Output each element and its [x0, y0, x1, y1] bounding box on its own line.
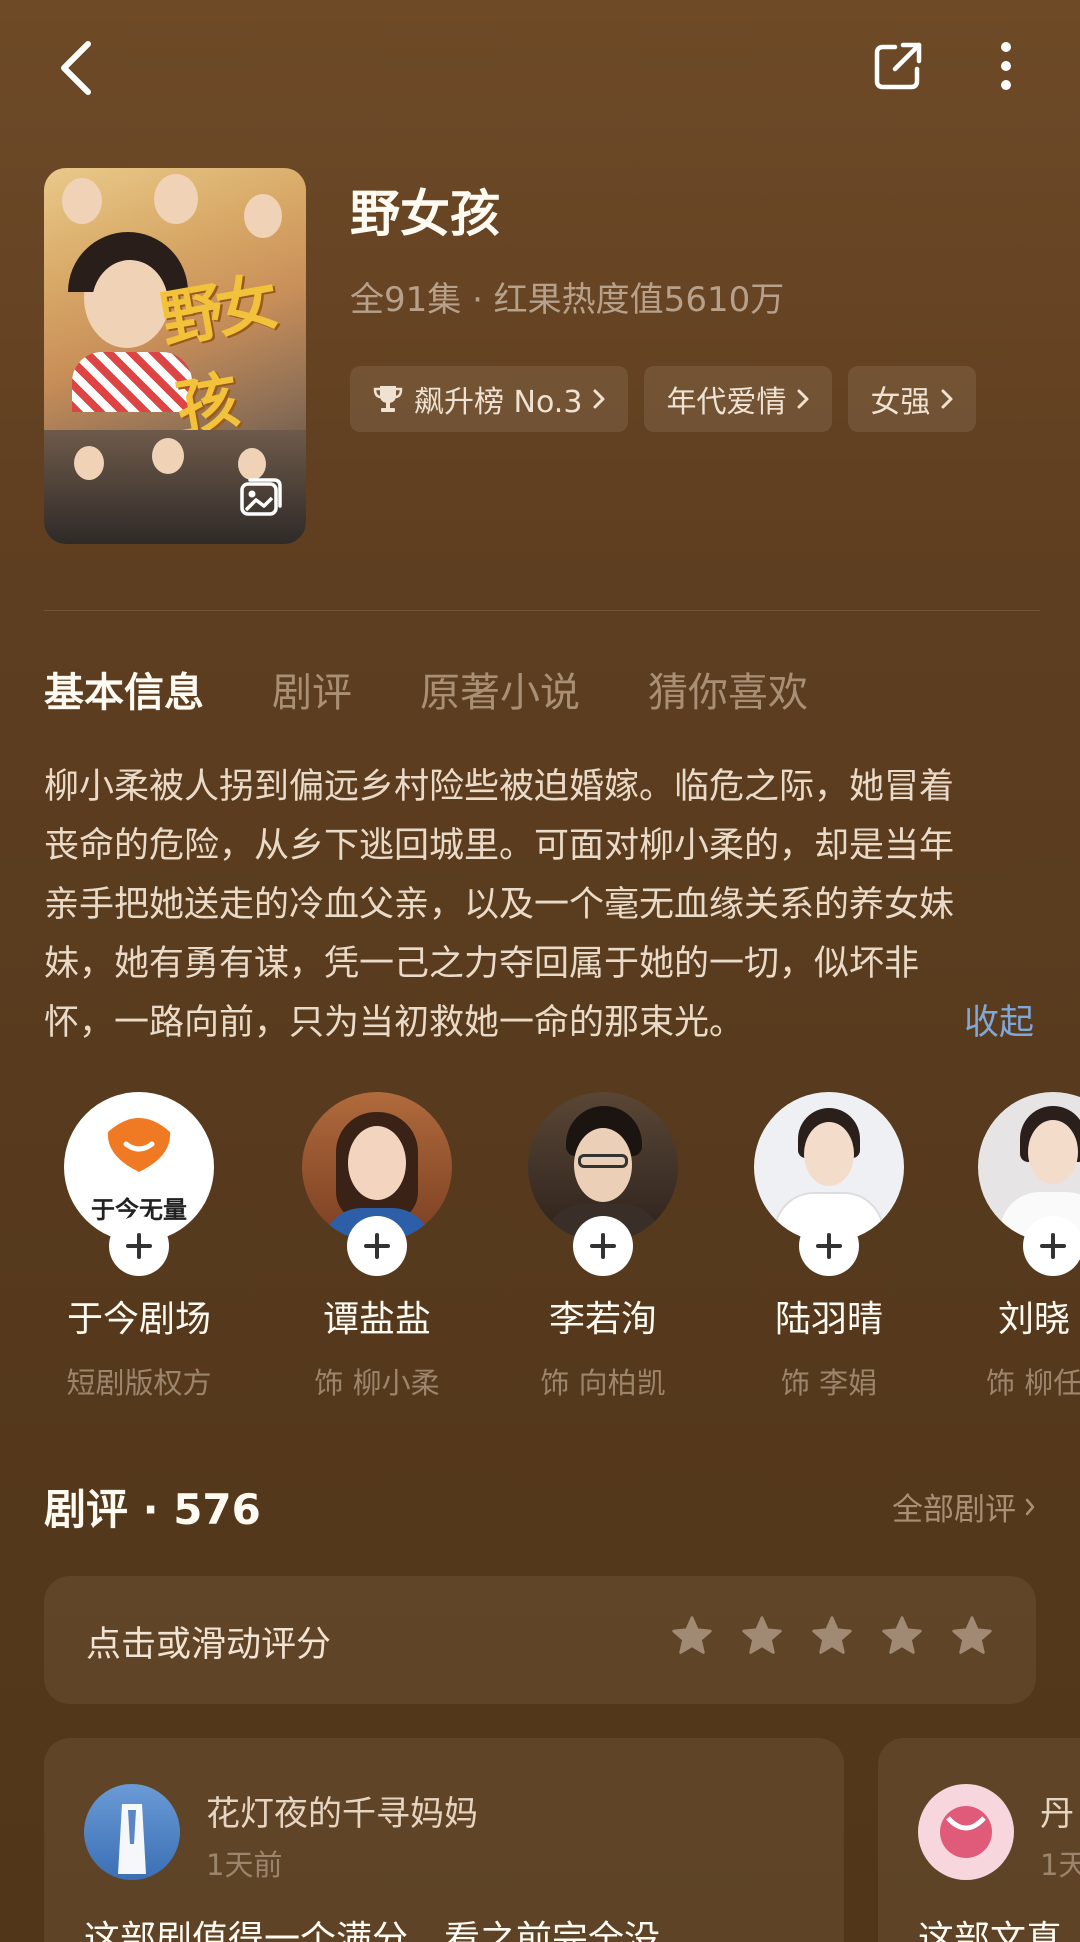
cast-name: 谭盐盐 [322, 1299, 431, 1340]
plus-icon [590, 1233, 616, 1259]
chip-label: 年代爱情 [666, 385, 787, 420]
rating-prompt: 点击或滑动评分 [86, 1625, 332, 1665]
review-text: 这部剧值得一个满分，看之前完全没 [84, 1919, 661, 1942]
chevron-right-icon [1025, 1498, 1035, 1515]
review-text: 这部文真 [918, 1919, 1063, 1942]
chip-tag[interactable]: 女强 [848, 366, 977, 432]
avatar-illustration [940, 1806, 992, 1858]
cast-member[interactable]: 陆羽晴 饰 李娟 [716, 1092, 942, 1402]
star-icon[interactable] [950, 1614, 994, 1658]
poster-figure [244, 194, 282, 238]
gallery-button[interactable] [238, 476, 284, 522]
chevron-right-icon [593, 389, 605, 409]
follow-button[interactable] [347, 1216, 407, 1276]
review-card[interactable]: 花灯夜的千寻妈妈 1天前 这部剧值得一个满分，看之前完全没 [44, 1738, 844, 1942]
chevron-right-icon [941, 389, 953, 409]
synopsis-line: 丧命的危险，从乡下逃回城里。可面对柳小柔的，却是当年 [44, 826, 955, 866]
tab-basic-info[interactable]: 基本信息 [44, 660, 204, 718]
plus-icon [364, 1233, 390, 1259]
review-time: 1天前 [206, 1848, 283, 1882]
cast-role: 饰 李娟 [780, 1366, 878, 1400]
rating-stars[interactable] [670, 1614, 994, 1658]
show-meta: 全91集 · 红果热度值5610万 [350, 280, 785, 320]
show-poster[interactable]: 野女孩 [44, 168, 306, 544]
cast-list: 于今无量 于今剧场 短剧版权方 谭盐盐 饰 柳小柔 李若洵 饰 向柏凯 陆羽晴 … [0, 1092, 1080, 1412]
chevron-right-icon [797, 389, 809, 409]
poster-title-art: 野女孩 [155, 265, 279, 446]
follow-button[interactable] [799, 1216, 859, 1276]
top-bar [0, 0, 1080, 140]
show-title: 野女孩 [350, 185, 500, 243]
drama-detail-page: 野女孩 野女孩 全91集 · 红果热度值5610万 飙升榜 No.3 年代爱情 … [0, 0, 1080, 1942]
review-card[interactable]: 丹 1天 这部文真 [878, 1738, 1080, 1942]
cast-name: 于今剧场 [66, 1299, 211, 1340]
cast-role: 饰 向柏凯 [540, 1366, 666, 1400]
plus-icon [816, 1233, 842, 1259]
poster-figure [152, 438, 184, 474]
plus-icon [1040, 1233, 1066, 1259]
cast-member[interactable]: 谭盐盐 饰 柳小柔 [264, 1092, 490, 1402]
avatar [918, 1784, 1014, 1880]
cast-name: 刘晓 [998, 1299, 1071, 1340]
poster-figure [154, 174, 198, 224]
cast-role: 饰 柳小柔 [314, 1366, 440, 1400]
cast-role: 短剧版权方 [66, 1366, 212, 1400]
star-icon[interactable] [810, 1614, 854, 1658]
tab-reviews[interactable]: 剧评 [272, 660, 352, 718]
poster-figure [62, 178, 102, 224]
synopsis: 柳小柔被人拐到偏远乡村险些被迫婚嫁。临危之际，她冒着 丧命的危险，从乡下逃回城里… [44, 758, 1040, 1053]
tag-chips: 飙升榜 No.3 年代爱情 女强 [350, 366, 977, 432]
follow-button[interactable] [1023, 1216, 1080, 1276]
review-username[interactable]: 丹 [1040, 1786, 1074, 1835]
divider [44, 610, 1040, 611]
collapse-button[interactable]: 收起 [964, 994, 1034, 1045]
share-button[interactable] [866, 34, 930, 98]
back-button[interactable] [44, 30, 108, 106]
follow-button[interactable] [109, 1216, 169, 1276]
avatar [84, 1784, 180, 1880]
tab-original-novel[interactable]: 原著小说 [420, 660, 580, 718]
chip-ranking[interactable]: 飙升榜 No.3 [350, 366, 629, 432]
tab-recommendations[interactable]: 猜你喜欢 [648, 660, 808, 718]
cast-member[interactable]: 李若洵 饰 向柏凯 [490, 1092, 716, 1402]
gallery-icon [240, 478, 282, 516]
follow-button[interactable] [573, 1216, 633, 1276]
detail-tabs: 基本信息 剧评 原著小说 猜你喜欢 [44, 660, 808, 718]
chip-genre[interactable]: 年代爱情 [644, 366, 833, 432]
cast-name: 李若洵 [548, 1299, 657, 1340]
star-icon[interactable] [670, 1614, 714, 1658]
reviews-heading: 剧评 · 576 [44, 1485, 261, 1534]
chip-label: 女强 [870, 385, 931, 420]
chevron-left-icon [61, 41, 91, 95]
more-button[interactable] [976, 34, 1036, 98]
cast-member[interactable]: 刘晓 饰 柳任 [942, 1092, 1080, 1402]
synopsis-line: 妹，她有勇有谋，凭一己之力夺回属于她的一切，似坏非 [44, 944, 920, 984]
review-username[interactable]: 花灯夜的千寻妈妈 [206, 1786, 478, 1835]
all-reviews-label: 全部剧评 [892, 1492, 1016, 1528]
cast-member[interactable]: 于今无量 于今剧场 短剧版权方 [26, 1092, 252, 1402]
cast-name: 陆羽晴 [774, 1299, 883, 1340]
chip-label: 飙升榜 No.3 [414, 385, 583, 420]
trophy-icon [373, 386, 403, 412]
rating-box[interactable]: 点击或滑动评分 [44, 1576, 1036, 1704]
share-icon [874, 42, 922, 90]
synopsis-line: 亲手把她送走的冷血父亲，以及一个毫无血缘关系的养女妹 [44, 885, 955, 925]
synopsis-line: 柳小柔被人拐到偏远乡村险些被迫婚嫁。临危之际，她冒着 [44, 767, 955, 807]
review-time: 1天 [1040, 1848, 1080, 1882]
avatar-illustration [118, 1804, 146, 1874]
plus-icon [126, 1233, 152, 1259]
star-icon[interactable] [740, 1614, 784, 1658]
more-vertical-icon [1001, 42, 1011, 90]
poster-figure [74, 446, 104, 480]
star-icon[interactable] [880, 1614, 924, 1658]
all-reviews-link[interactable]: 全部剧评 [892, 1484, 1036, 1529]
cast-role: 饰 柳任 [986, 1366, 1080, 1400]
synopsis-line: 怀，一路向前，只为当初救她一命的那束光。 [44, 1003, 745, 1043]
